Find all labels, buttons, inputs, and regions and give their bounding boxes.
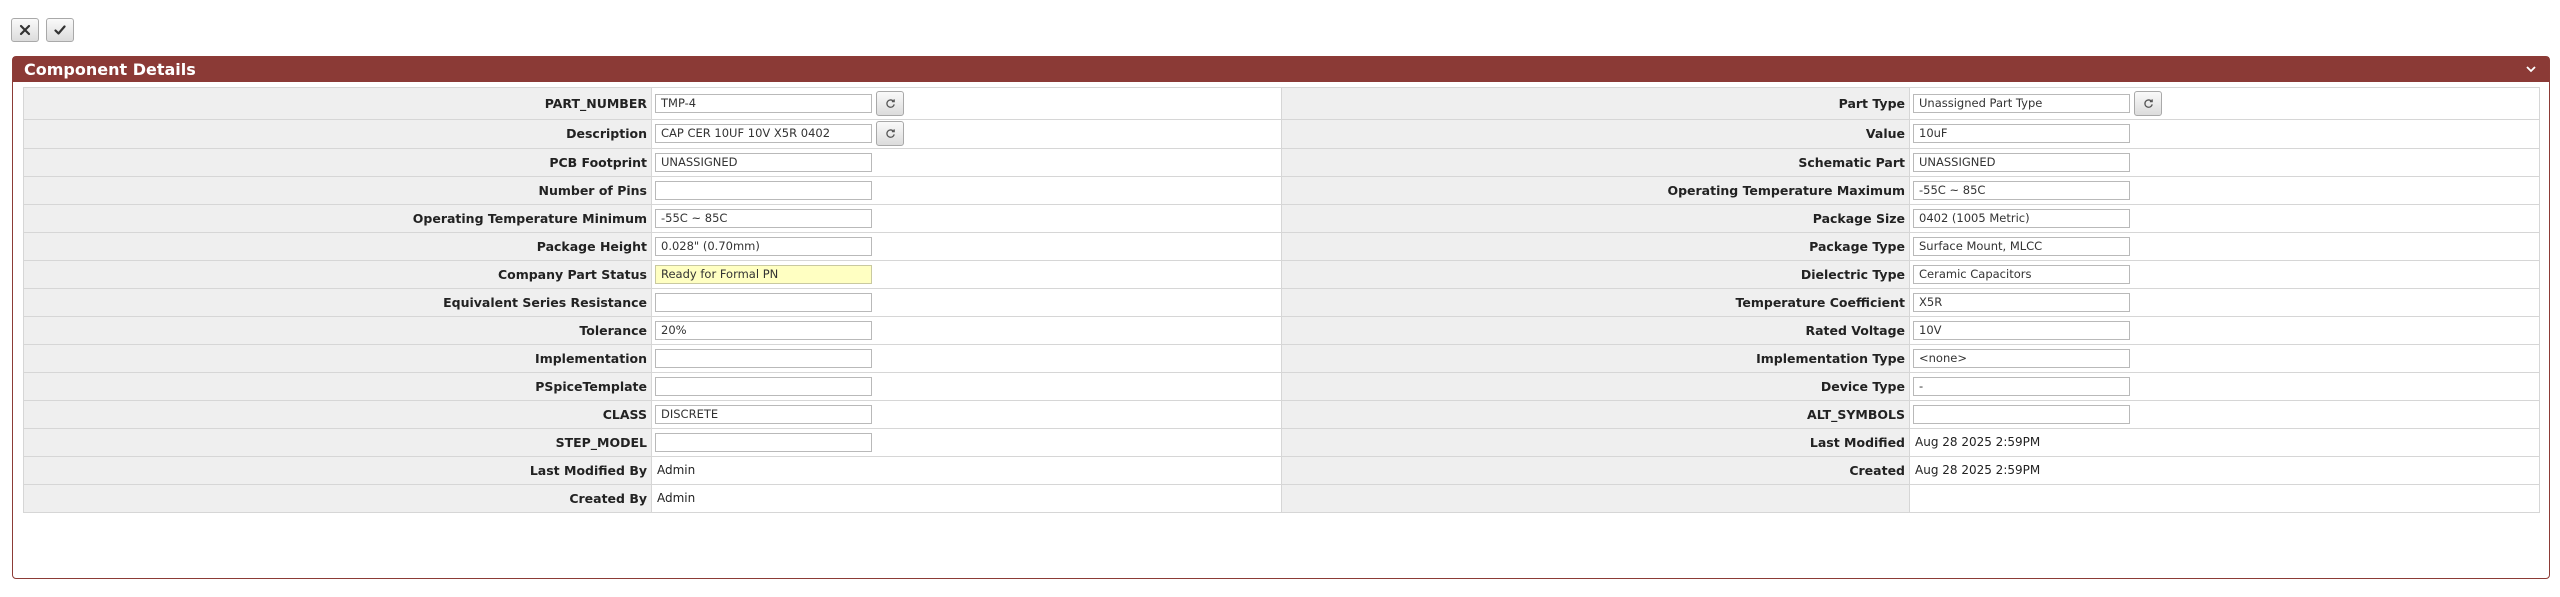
field-label: Last Modified <box>1281 427 1910 457</box>
field-label: Equivalent Series Resistance <box>23 287 652 317</box>
field-label: Implementation <box>23 343 652 373</box>
table-row: CLASS DISCRETE ALT_SYMBOLS <box>23 399 2540 429</box>
tolerance-field[interactable]: 20% <box>655 320 872 340</box>
rated-voltage-field[interactable]: 10V <box>1913 320 2130 340</box>
class-field[interactable]: DISCRETE <box>655 404 872 424</box>
chevron-down-icon[interactable] <box>2523 61 2539 77</box>
table-row: Description CAP CER 10UF 10V X5R 0402 Va… <box>23 118 2540 149</box>
table-row: Company Part Status Ready for Formal PN … <box>23 259 2540 289</box>
field-label: Company Part Status <box>23 259 652 289</box>
field-label: Number of Pins <box>23 175 652 205</box>
description-field[interactable]: CAP CER 10UF 10V X5R 0402 <box>655 124 872 143</box>
table-row: PCB Footprint UNASSIGNED Schematic Part … <box>23 147 2540 177</box>
empty-cell <box>1909 483 2540 513</box>
pspice-template-field[interactable] <box>655 376 872 396</box>
table-row: PSpiceTemplate Device Type - <box>23 371 2540 401</box>
field-label: PSpiceTemplate <box>23 371 652 401</box>
field-label <box>1281 483 1910 513</box>
table-row: Tolerance 20% Rated Voltage 10V <box>23 315 2540 345</box>
table-row: PART_NUMBER TMP-4 Part Type Unassigned P… <box>23 87 2540 120</box>
field-label: Description <box>23 118 652 149</box>
implementation-field[interactable] <box>655 348 872 368</box>
package-size-field[interactable]: 0402 (1005 Metric) <box>1913 208 2130 228</box>
refresh-icon <box>2143 99 2153 108</box>
field-label: STEP_MODEL <box>23 427 652 457</box>
table-row: Package Height 0.028" (0.70mm) Package T… <box>23 231 2540 261</box>
confirm-button[interactable] <box>46 18 74 42</box>
operating-temp-max-field[interactable]: -55C ~ 85C <box>1913 180 2130 200</box>
step-model-field[interactable] <box>655 432 872 452</box>
field-label: Last Modified By <box>23 455 652 485</box>
field-label: ALT_SYMBOLS <box>1281 399 1910 429</box>
implementation-type-field[interactable]: <none> <box>1913 348 2130 368</box>
panel-header[interactable]: Component Details <box>13 57 2549 82</box>
refresh-icon <box>885 99 895 108</box>
table-row: Number of Pins Operating Temperature Max… <box>23 175 2540 205</box>
last-modified-value: Aug 28 2025 2:59PM <box>1915 435 2041 449</box>
table-row: Implementation Implementation Type <none… <box>23 343 2540 373</box>
operating-temp-min-field[interactable]: -55C ~ 85C <box>655 208 872 228</box>
field-label: Operating Temperature Minimum <box>23 203 652 233</box>
field-label: Value <box>1281 118 1910 149</box>
field-label: Dielectric Type <box>1281 259 1910 289</box>
field-label: Operating Temperature Maximum <box>1281 175 1910 205</box>
details-table: PART_NUMBER TMP-4 Part Type Unassigned P… <box>23 87 2540 513</box>
package-height-field[interactable]: 0.028" (0.70mm) <box>655 236 872 256</box>
toolbar <box>11 18 74 44</box>
device-type-field[interactable]: - <box>1913 376 2130 396</box>
table-row: Created By Admin <box>23 483 2540 513</box>
check-icon <box>54 25 66 35</box>
component-details-panel: Component Details PART_NUMBER TMP-4 Part… <box>12 56 2550 579</box>
field-label: Tolerance <box>23 315 652 345</box>
field-label: Package Height <box>23 231 652 261</box>
created-value: Aug 28 2025 2:59PM <box>1915 463 2041 477</box>
esr-field[interactable] <box>655 292 872 312</box>
company-part-status-field[interactable]: Ready for Formal PN <box>655 264 872 284</box>
field-label: Created By <box>23 483 652 513</box>
field-label: Part Type <box>1281 87 1910 120</box>
value-field[interactable]: 10uF <box>1913 124 2130 143</box>
field-label: Package Size <box>1281 203 1910 233</box>
field-label: Rated Voltage <box>1281 315 1910 345</box>
table-row: Equivalent Series Resistance Temperature… <box>23 287 2540 317</box>
temperature-coefficient-field[interactable]: X5R <box>1913 292 2130 312</box>
last-modified-by-value: Admin <box>657 463 696 477</box>
field-label: Schematic Part <box>1281 147 1910 177</box>
created-by-value: Admin <box>657 491 696 505</box>
part-number-field[interactable]: TMP-4 <box>655 93 872 113</box>
field-label: CLASS <box>23 399 652 429</box>
field-label: PCB Footprint <box>23 147 652 177</box>
schematic-part-field[interactable]: UNASSIGNED <box>1913 152 2130 172</box>
table-row: STEP_MODEL Last Modified Aug 28 2025 2:5… <box>23 427 2540 457</box>
field-label: Device Type <box>1281 371 1910 401</box>
field-label: Implementation Type <box>1281 343 1910 373</box>
dielectric-type-field[interactable]: Ceramic Capacitors <box>1913 264 2130 284</box>
field-label: PART_NUMBER <box>23 87 652 120</box>
part-type-lookup-button[interactable] <box>2134 90 2162 116</box>
part-type-field[interactable]: Unassigned Part Type <box>1913 93 2130 113</box>
panel-title: Component Details <box>24 60 196 79</box>
refresh-icon <box>885 129 895 138</box>
number-of-pins-field[interactable] <box>655 180 872 200</box>
table-row: Operating Temperature Minimum -55C ~ 85C… <box>23 203 2540 233</box>
package-type-field[interactable]: Surface Mount, MLCC <box>1913 236 2130 256</box>
part-number-lookup-button[interactable] <box>876 90 904 116</box>
close-icon <box>19 24 31 36</box>
pcb-footprint-field[interactable]: UNASSIGNED <box>655 152 872 172</box>
field-label: Temperature Coefficient <box>1281 287 1910 317</box>
field-label: Package Type <box>1281 231 1910 261</box>
cancel-button[interactable] <box>11 18 39 42</box>
alt-symbols-field[interactable] <box>1913 404 2130 424</box>
table-row: Last Modified By Admin Created Aug 28 20… <box>23 455 2540 485</box>
field-label: Created <box>1281 455 1910 485</box>
description-lookup-button[interactable] <box>876 121 904 146</box>
